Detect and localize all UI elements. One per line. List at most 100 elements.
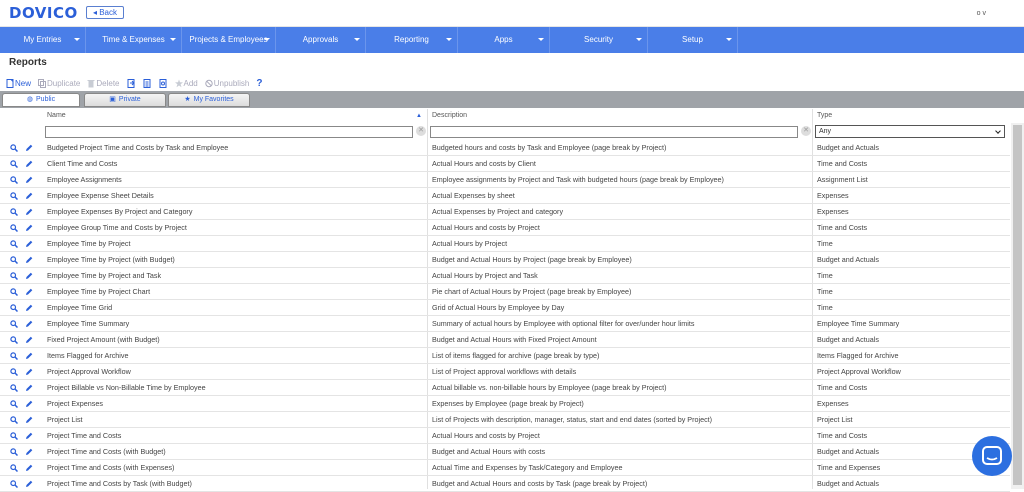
table-row[interactable]: Project Time and Costs (with Expenses) Ac… <box>0 460 1010 476</box>
name-filter-input[interactable] <box>45 126 413 138</box>
dovico-logo[interactable]: DOVICO <box>9 4 78 22</box>
view-report-icon[interactable] <box>10 400 18 408</box>
report-settings-button[interactable] <box>143 78 152 88</box>
edit-report-icon[interactable] <box>25 464 33 472</box>
clear-name-filter-icon[interactable]: ✕ <box>416 126 426 136</box>
clear-description-filter-icon[interactable]: ✕ <box>801 126 811 136</box>
edit-report-icon[interactable] <box>25 336 33 344</box>
edit-report-icon[interactable] <box>25 256 33 264</box>
edit-report-icon[interactable] <box>25 272 33 280</box>
table-row[interactable]: Employee Time Grid Grid of Actual Hours b… <box>0 300 1010 316</box>
tab-my-favorites[interactable]: ★ My Favorites <box>168 93 250 107</box>
table-row[interactable]: Employee Time by Project (with Budget) Bu… <box>0 252 1010 268</box>
edit-report-icon[interactable] <box>25 208 33 216</box>
table-row[interactable]: Employee Time by Project and Task Actual … <box>0 268 1010 284</box>
view-report-icon[interactable] <box>10 304 18 312</box>
type-filter-select[interactable]: Any <box>815 125 1005 138</box>
chat-launcher-button[interactable] <box>972 436 1012 476</box>
table-row[interactable]: Employee Expenses By Project and Categor… <box>0 204 1010 220</box>
edit-report-icon[interactable] <box>25 432 33 440</box>
table-row[interactable]: Project Expenses Expenses by Employee (pa… <box>0 396 1010 412</box>
table-row[interactable]: Employee Expense Sheet Details Actual Exp… <box>0 188 1010 204</box>
column-header-type[interactable]: Type <box>817 109 832 123</box>
edit-report-icon[interactable] <box>25 304 33 312</box>
table-row[interactable]: Employee Assignments Employee assignments… <box>0 172 1010 188</box>
edit-report-icon[interactable] <box>25 400 33 408</box>
nav-item-7[interactable]: Setup <box>648 27 738 53</box>
edit-report-icon[interactable] <box>25 144 33 152</box>
edit-report-icon[interactable] <box>25 448 33 456</box>
edit-report-icon[interactable] <box>25 224 33 232</box>
help-button[interactable]: ? <box>256 78 262 89</box>
edit-report-icon[interactable] <box>25 320 33 328</box>
edit-report-icon[interactable] <box>25 288 33 296</box>
view-report-icon[interactable] <box>10 176 18 184</box>
table-row[interactable]: Employee Time Summary Summary of actual h… <box>0 316 1010 332</box>
tab-private[interactable]: ▣ Private <box>84 93 166 107</box>
table-row[interactable]: Client Time and Costs Actual Hours and co… <box>0 156 1010 172</box>
edit-report-icon[interactable] <box>25 480 33 488</box>
column-header-name[interactable]: Name <box>47 109 66 123</box>
delete-button[interactable]: Delete <box>87 79 120 88</box>
view-report-icon[interactable] <box>10 144 18 152</box>
table-row[interactable]: Budgeted Project Time and Costs by Task … <box>0 140 1010 156</box>
edit-report-icon[interactable] <box>25 368 33 376</box>
table-row[interactable]: Project Time and Costs Actual Hours and c… <box>0 428 1010 444</box>
view-report-icon[interactable] <box>10 240 18 248</box>
tab-public[interactable]: ◍ Public <box>2 93 80 107</box>
table-row[interactable]: Fixed Project Amount (with Budget) Budget… <box>0 332 1010 348</box>
user-menu[interactable]: o v <box>977 10 986 17</box>
new-button[interactable]: New <box>6 78 31 88</box>
add-favorite-button[interactable]: Add <box>174 79 198 88</box>
view-report-icon[interactable] <box>10 288 18 296</box>
view-report-icon[interactable] <box>10 464 18 472</box>
view-report-icon[interactable] <box>10 272 18 280</box>
nav-item-4[interactable]: Reporting <box>366 27 458 53</box>
table-row[interactable]: Employee Time by Project Actual Hours by … <box>0 236 1010 252</box>
unpublish-button[interactable]: Unpublish <box>205 79 249 88</box>
view-report-icon[interactable] <box>10 368 18 376</box>
table-row[interactable]: Project Billable vs Non-Billable Time by… <box>0 380 1010 396</box>
view-report-icon[interactable] <box>10 224 18 232</box>
scrollbar-thumb[interactable] <box>1013 125 1022 485</box>
view-report-icon[interactable] <box>10 208 18 216</box>
edit-report-icon[interactable] <box>25 176 33 184</box>
view-report-icon[interactable] <box>10 448 18 456</box>
view-report-icon[interactable] <box>10 336 18 344</box>
view-report-icon[interactable] <box>10 192 18 200</box>
description-filter-input[interactable] <box>430 126 798 138</box>
edit-report-icon[interactable] <box>25 416 33 424</box>
back-button[interactable]: ◂ Back <box>86 6 124 19</box>
view-report-icon[interactable] <box>10 352 18 360</box>
nav-item-5[interactable]: Apps <box>458 27 550 53</box>
sort-ascending-icon[interactable]: ▲ <box>416 109 422 123</box>
nav-item-0[interactable]: My Entries <box>0 27 86 53</box>
view-report-icon[interactable] <box>10 480 18 488</box>
preview-button[interactable] <box>159 78 168 88</box>
nav-item-2[interactable]: Projects & Employees <box>182 27 276 53</box>
table-row[interactable]: Employee Time by Project Chart Pie chart … <box>0 284 1010 300</box>
edit-report-icon[interactable] <box>25 352 33 360</box>
column-header-description[interactable]: Description <box>432 109 467 123</box>
view-report-icon[interactable] <box>10 416 18 424</box>
view-report-icon[interactable] <box>10 320 18 328</box>
table-row[interactable]: Employee Group Time and Costs by Project… <box>0 220 1010 236</box>
table-row[interactable]: Items Flagged for Archive List of items f… <box>0 348 1010 364</box>
table-row[interactable]: Project Time and Costs (with Budget) Budg… <box>0 444 1010 460</box>
table-row[interactable]: Project Approval Workflow List of Project… <box>0 364 1010 380</box>
vertical-scrollbar[interactable] <box>1011 123 1024 489</box>
nav-item-1[interactable]: Time & Expenses <box>86 27 182 53</box>
export-button[interactable] <box>127 78 136 88</box>
view-report-icon[interactable] <box>10 432 18 440</box>
view-report-icon[interactable] <box>10 384 18 392</box>
nav-item-3[interactable]: Approvals <box>276 27 366 53</box>
edit-report-icon[interactable] <box>25 192 33 200</box>
duplicate-button[interactable]: Duplicate <box>38 78 80 88</box>
edit-report-icon[interactable] <box>25 240 33 248</box>
view-report-icon[interactable] <box>10 256 18 264</box>
table-row[interactable]: Project List List of Projects with descri… <box>0 412 1010 428</box>
nav-item-6[interactable]: Security <box>550 27 648 53</box>
table-row[interactable]: Project Time and Costs by Task (with Bud… <box>0 476 1010 492</box>
view-report-icon[interactable] <box>10 160 18 168</box>
edit-report-icon[interactable] <box>25 384 33 392</box>
